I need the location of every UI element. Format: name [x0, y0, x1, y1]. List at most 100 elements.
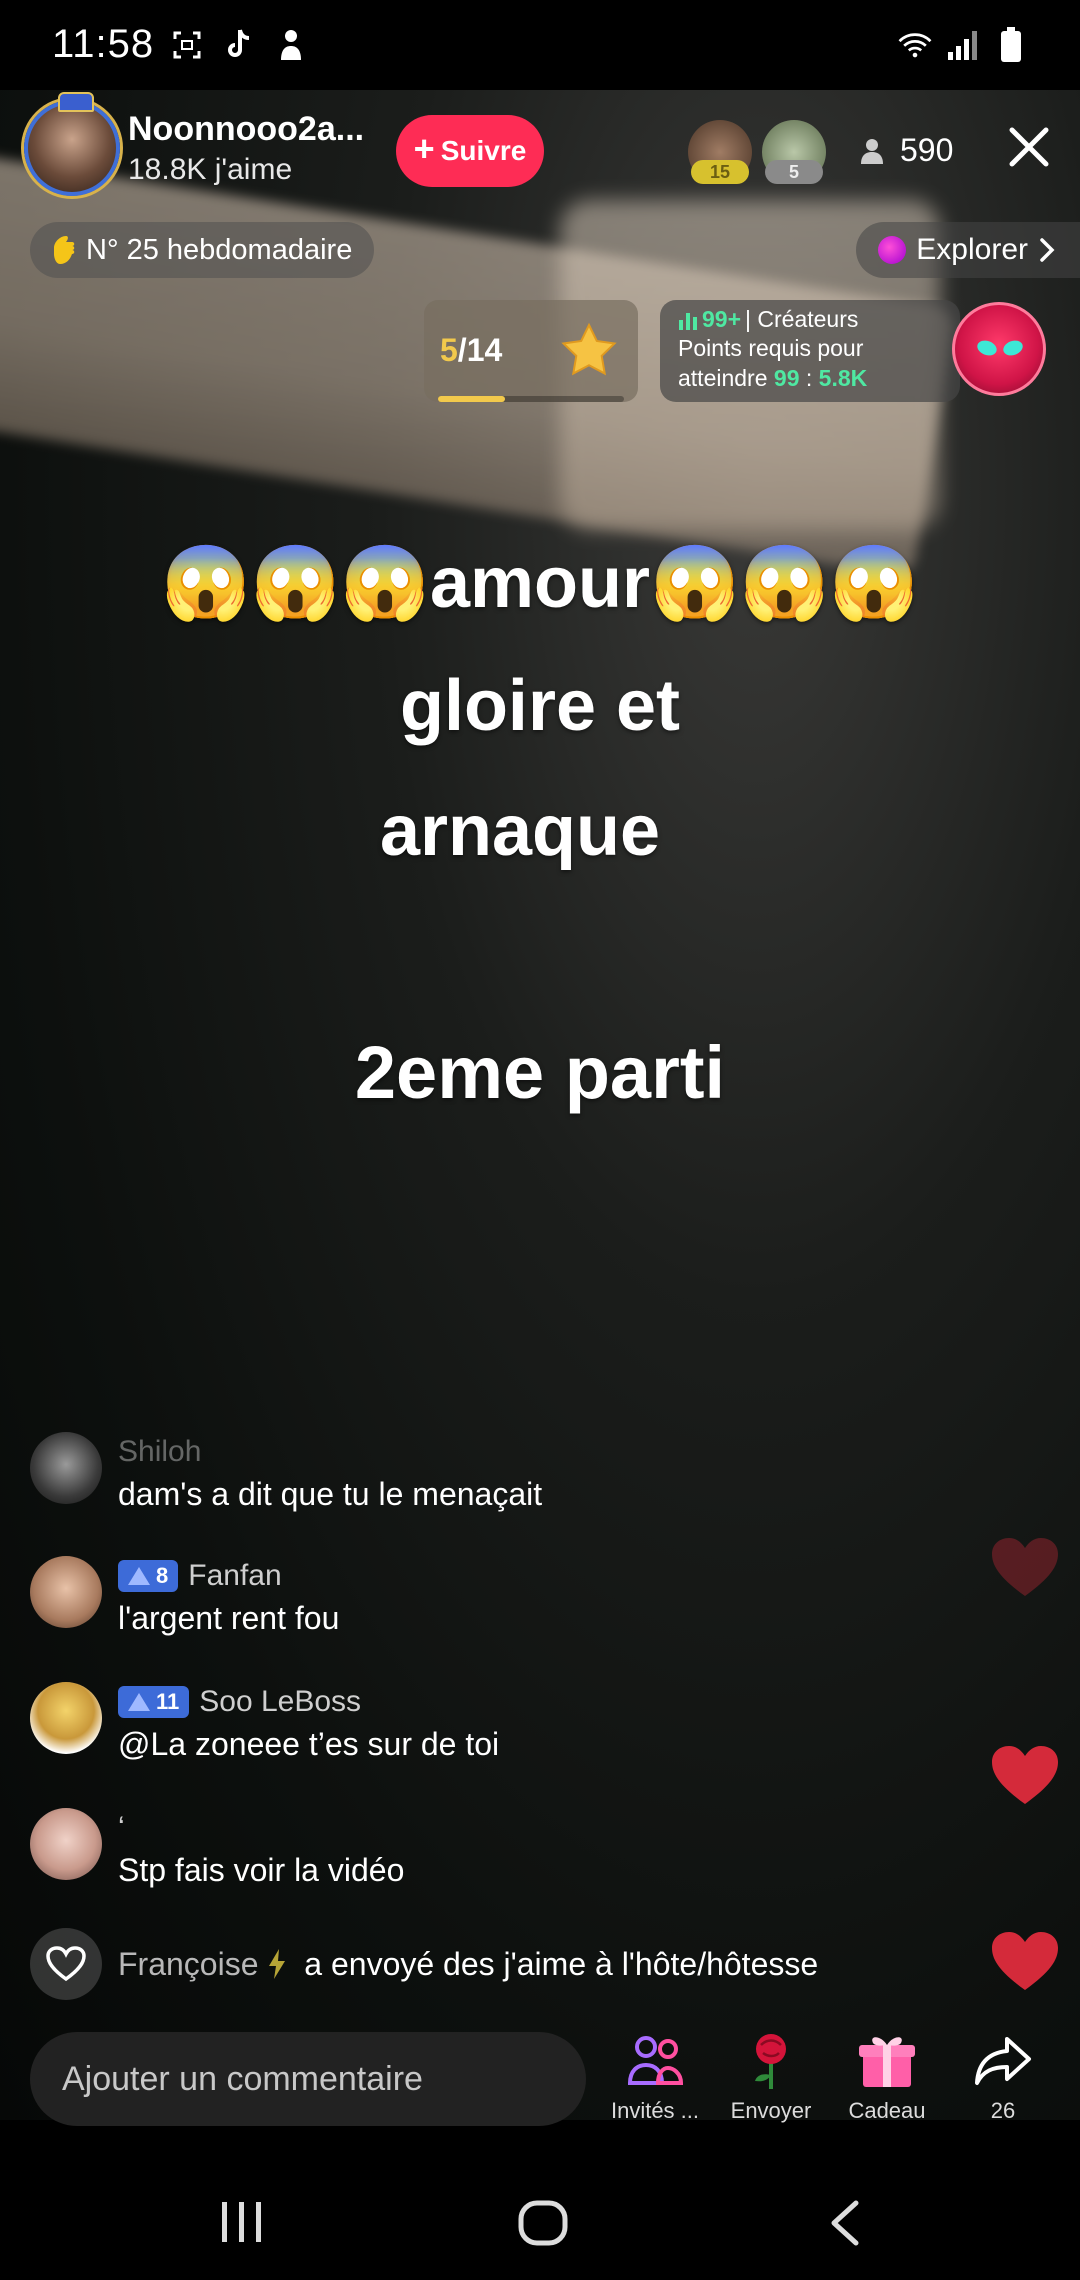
- explore-button[interactable]: Explorer: [856, 222, 1080, 278]
- comment-username[interactable]: Soo LeBoss: [199, 1685, 361, 1719]
- caption-word: amour: [429, 543, 651, 623]
- level-icon: [128, 1567, 150, 1585]
- gift-icon: [832, 2030, 942, 2092]
- rank-header: 99+ | Créateurs: [678, 306, 960, 333]
- comment-item[interactable]: ‘ Stp fais voir la vidéo: [30, 1808, 990, 1889]
- level-badge: 11: [118, 1686, 190, 1718]
- like-event: Françoise a envoyé des j'aime à l'hôte/h…: [30, 1928, 1030, 2000]
- viewer-badge-2: 5: [765, 160, 823, 184]
- gift-button[interactable]: Cadeau: [832, 2030, 942, 2124]
- send-rose-button[interactable]: Envoyer: [716, 2030, 826, 2124]
- comment-item[interactable]: 11 Soo LeBoss @La zoneee t’es sur de toi: [30, 1682, 990, 1763]
- status-bar: 11:58: [0, 0, 1080, 90]
- recents-icon: [222, 2202, 261, 2242]
- send-label: Envoyer: [730, 2098, 812, 2123]
- alien-eye-left: [975, 338, 999, 358]
- signal-icon: [946, 28, 980, 62]
- chevron-right-icon: [1040, 238, 1055, 262]
- emoji-scream-icon: 😱😱😱: [161, 543, 430, 623]
- follow-button[interactable]: + Suivre: [396, 115, 544, 187]
- host-name: Noonnooo2a...: [128, 109, 365, 148]
- alien-eye-right: [1001, 338, 1025, 358]
- comment-placeholder: Ajouter un commentaire: [62, 2059, 423, 2098]
- rank-line-2-prefix: atteindre: [678, 365, 768, 391]
- like-event-user[interactable]: Françoise: [118, 1946, 259, 1982]
- comment-avatar[interactable]: [30, 1808, 102, 1880]
- weekly-label: N° 25 hebdomadaire: [86, 233, 353, 266]
- person-icon: [274, 28, 308, 62]
- share-count: 26: [990, 2098, 1016, 2123]
- comment-header: Shiloh: [118, 1432, 542, 1472]
- tiktok-icon: [222, 28, 256, 62]
- comment-header: 11 Soo LeBoss: [118, 1682, 499, 1722]
- hand-icon: [54, 236, 75, 264]
- comment-username[interactable]: Shiloh: [118, 1435, 201, 1469]
- heart-icon: [992, 1538, 1058, 1596]
- caption-line-1: 😱😱😱amour😱😱😱: [0, 540, 1080, 625]
- rank-line-1: Points requis pour: [678, 335, 864, 361]
- comment-avatar[interactable]: [30, 1556, 102, 1628]
- weekly-ranking-pill[interactable]: N° 25 hebdomadaire: [30, 222, 375, 278]
- back-button[interactable]: [826, 2200, 866, 2251]
- level-value: 11: [156, 1689, 180, 1714]
- host-info[interactable]: Noonnooo2a... 18.8K j'aime: [24, 92, 364, 196]
- person-icon: [861, 138, 883, 164]
- host-avatar[interactable]: [24, 92, 120, 196]
- star-goal-progress: [438, 396, 624, 402]
- star-icon: [560, 322, 618, 385]
- star-goal-current: 5: [440, 332, 458, 368]
- comment-input[interactable]: Ajouter un commentaire: [30, 2032, 586, 2126]
- comment-avatar[interactable]: [30, 1432, 102, 1504]
- heart-outline-icon: [46, 1946, 86, 1982]
- comment-text: dam's a dit que tu le menaçait: [118, 1476, 543, 1512]
- home-icon: [518, 2200, 568, 2246]
- status-time: 11:58: [52, 22, 155, 66]
- explore-orb-icon: [878, 236, 907, 264]
- close-icon: [1009, 127, 1049, 167]
- rank-line-2: atteindre 99 : 5.8K: [678, 363, 960, 393]
- caption-line-4: 2eme parti: [354, 1031, 726, 1114]
- host-text: Noonnooo2a... 18.8K j'aime: [128, 110, 364, 187]
- crown-icon: [58, 92, 94, 112]
- share-icon: [948, 2030, 1058, 2092]
- alien-gift-icon[interactable]: [952, 302, 1046, 396]
- home-button[interactable]: [518, 2200, 568, 2251]
- status-icons-right: [898, 27, 1028, 62]
- invite-label: Invités ...: [610, 2098, 700, 2123]
- share-button[interactable]: 26: [948, 2030, 1058, 2124]
- like-event-text: Françoise a envoyé des j'aime à l'hôte/h…: [118, 1946, 818, 1983]
- level-icon: [128, 1693, 150, 1711]
- comment-item[interactable]: Shiloh dam's a dit que tu le menaçait: [30, 1432, 990, 1513]
- status-icons-left: [170, 28, 308, 62]
- battery-icon: [994, 27, 1028, 62]
- viewer-badge-1: 15: [691, 160, 749, 184]
- caption-line-2: gloire et: [399, 666, 681, 746]
- comment-item[interactable]: 8 Fanfan l'argent rent fou: [30, 1556, 990, 1637]
- viewer-count-value: 590: [900, 132, 954, 168]
- star-goal-card[interactable]: 5/14: [424, 300, 638, 402]
- wifi-icon: [898, 28, 932, 62]
- rank-category: | Créateurs: [745, 306, 859, 332]
- viewer-count[interactable]: 590: [860, 132, 953, 169]
- screenshot-icon: [170, 28, 204, 62]
- caption-line-3: arnaque: [379, 791, 661, 871]
- comment-avatar[interactable]: [30, 1682, 102, 1754]
- comment-username[interactable]: Fanfan: [188, 1559, 281, 1593]
- comment-header: ‘: [118, 1808, 404, 1848]
- lightning-icon: [269, 1948, 286, 1979]
- close-button[interactable]: [1004, 122, 1054, 172]
- comment-text: @La zoneee t’es sur de toi: [118, 1726, 500, 1762]
- invite-button[interactable]: Invités ...: [600, 2030, 710, 2124]
- level-badge: 8: [118, 1560, 179, 1592]
- comment-username[interactable]: ‘: [118, 1811, 125, 1845]
- bars-icon: [679, 312, 697, 330]
- emoji-scream-icon: 😱😱😱: [650, 543, 919, 623]
- creator-rank-card[interactable]: 99+ | Créateurs Points requis pour attei…: [660, 300, 960, 402]
- star-goal-total: /14: [457, 332, 503, 368]
- rose-icon: [716, 2030, 826, 2092]
- star-goal-progress-fill: [438, 396, 505, 402]
- recents-button[interactable]: [218, 2200, 266, 2249]
- gift-label: Cadeau: [848, 2098, 926, 2123]
- like-event-icon: [30, 1928, 102, 2000]
- level-value: 8: [156, 1563, 169, 1588]
